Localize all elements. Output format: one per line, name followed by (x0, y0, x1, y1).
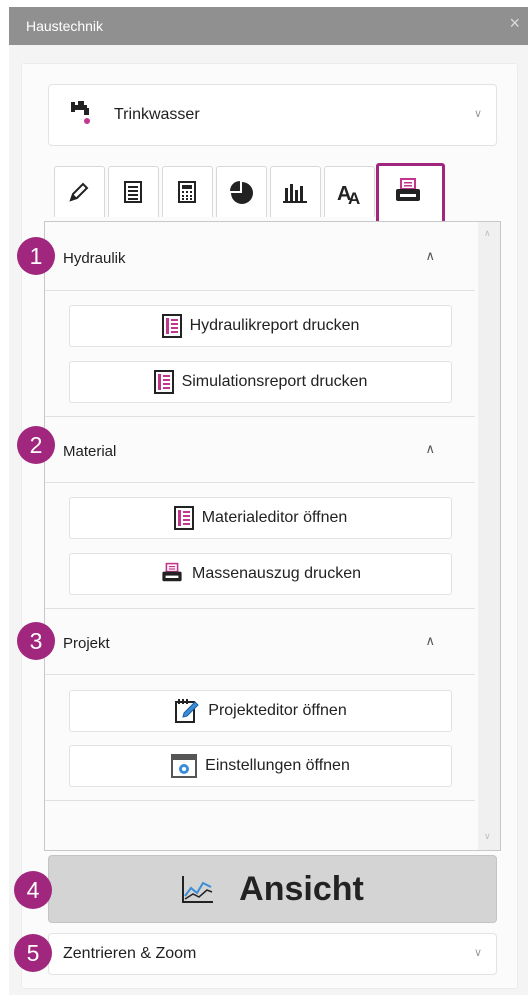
button-label: Einstellungen öffnen (205, 757, 350, 774)
callout-badge: 4 (14, 871, 52, 909)
scroll-up-icon[interactable]: ∧ (484, 228, 491, 239)
scroll-down-icon[interactable]: ∨ (484, 831, 491, 842)
tab-edit[interactable] (54, 166, 105, 217)
print-panel: ∧ ∨ Hydraulik ∧ Hydraulikreport drucken (44, 221, 501, 851)
report-icon (173, 506, 194, 530)
button-label: Hydraulikreport drucken (189, 317, 360, 334)
section-title: Projekt (63, 635, 110, 652)
chevron-down-icon: ∨ (473, 947, 482, 959)
calculator-icon (178, 181, 196, 203)
view-button-label: Ansicht (239, 869, 364, 908)
section-hydraulik-header[interactable]: Hydraulik ∧ (45, 226, 475, 288)
tab-bar-chart[interactable] (270, 166, 321, 217)
divider (45, 290, 475, 291)
discipline-selected: Trinkwasser (114, 106, 200, 123)
mass-extract-button[interactable]: Massenauszug drucken (69, 553, 452, 595)
tab-text-style[interactable]: A A (324, 166, 375, 217)
divider (45, 416, 475, 417)
section-title: Hydraulik (63, 250, 126, 267)
button-label: Materialeditor öffnen (201, 509, 348, 526)
button-label: Simulationsreport drucken (181, 373, 368, 390)
divider (45, 674, 475, 675)
divider (45, 800, 475, 801)
tab-print[interactable] (376, 163, 445, 225)
callout-badge: 5 (14, 934, 52, 972)
chevron-down-icon: ∨ (473, 108, 482, 120)
tab-calculator[interactable] (162, 166, 213, 217)
window-title: Haustechnik (26, 18, 104, 34)
section-material-header[interactable]: Material ∧ (45, 419, 475, 481)
callout-badge: 2 (17, 426, 55, 464)
line-chart-icon (182, 876, 214, 903)
section-projekt-header[interactable]: Projekt ∧ (45, 611, 475, 673)
hydraulic-report-button[interactable]: Hydraulikreport drucken (69, 305, 452, 347)
printer-icon (396, 178, 420, 201)
faucet-icon (69, 99, 95, 132)
report-icon (161, 314, 182, 338)
pie-chart-icon (230, 181, 253, 204)
bar-chart-icon (283, 184, 307, 203)
simulation-report-button[interactable]: Simulationsreport drucken (69, 361, 452, 403)
settings-window-icon (171, 754, 198, 778)
settings-button[interactable]: Einstellungen öffnen (69, 745, 452, 787)
callout-badge: 3 (17, 622, 55, 660)
chevron-up-icon[interactable]: ∧ (425, 248, 435, 264)
zoom-label: Zentrieren & Zoom (63, 945, 197, 962)
chevron-up-icon[interactable]: ∧ (425, 441, 435, 457)
list-icon (124, 181, 142, 203)
callout-badge: 1 (17, 237, 55, 275)
text-style-icon: A A (337, 183, 360, 206)
title-bar: Haustechnik × (9, 7, 528, 45)
tab-list[interactable] (108, 166, 159, 217)
view-button[interactable]: Ansicht (48, 855, 497, 923)
tab-pie-chart[interactable] (216, 166, 267, 217)
discipline-dropdown[interactable]: Trinkwasser ∨ (48, 84, 497, 146)
divider (45, 482, 475, 483)
report-icon (153, 370, 174, 394)
button-label: Projekteditor öffnen (208, 702, 347, 719)
divider (45, 608, 475, 609)
printer-icon (162, 562, 182, 582)
close-icon[interactable]: × (509, 13, 520, 34)
material-editor-button[interactable]: Materialeditor öffnen (69, 497, 452, 539)
pencil-icon (69, 182, 89, 202)
svg-text:A: A (348, 189, 360, 206)
button-label: Massenauszug drucken (192, 565, 361, 582)
section-title: Material (63, 443, 117, 460)
edit-document-icon (175, 699, 199, 723)
zoom-dropdown[interactable]: Zentrieren & Zoom ∨ (48, 933, 497, 975)
chevron-up-icon[interactable]: ∧ (425, 633, 435, 649)
project-editor-button[interactable]: Projekteditor öffnen (69, 690, 452, 732)
scrollbar[interactable]: ∧ ∨ (478, 222, 500, 850)
